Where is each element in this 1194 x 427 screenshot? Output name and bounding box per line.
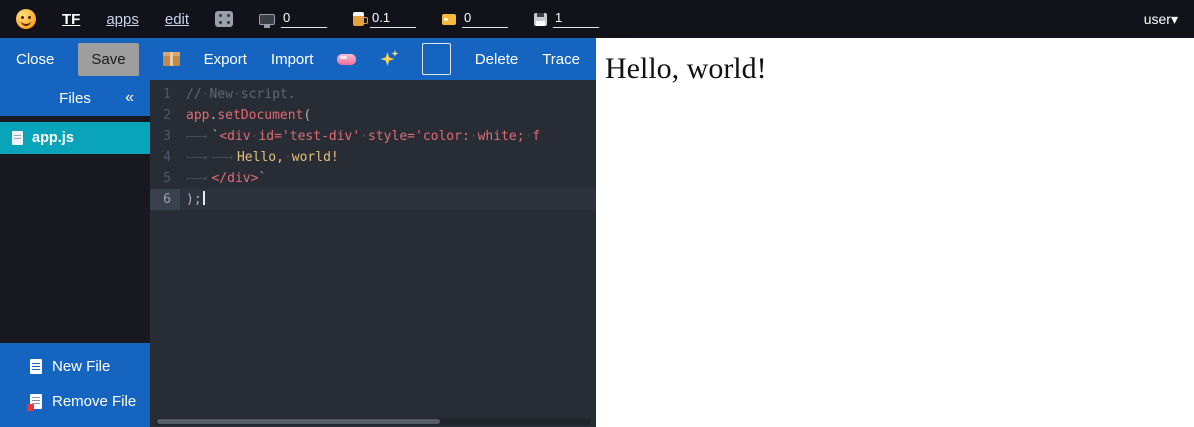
package-icon[interactable] [163, 52, 180, 66]
code-token-tag: setDocument [217, 108, 303, 123]
file-icon [12, 131, 23, 145]
remove-file-button[interactable]: Remove File [0, 384, 150, 419]
code-token-tag: id='test-div' [258, 129, 360, 144]
code-token-tag: </div> [211, 171, 258, 186]
export-button[interactable]: Export [204, 51, 247, 68]
remove-file-label: Remove File [52, 393, 136, 410]
code-token-tag: style='color: [368, 129, 470, 144]
card-counter: 0 [442, 10, 508, 28]
file-actions: New File Remove File [0, 343, 150, 427]
soap-icon[interactable] [337, 54, 356, 65]
brand-link[interactable]: TF [62, 11, 80, 28]
code-line[interactable]: ); [180, 189, 596, 210]
floppy-counter: 1 [534, 10, 599, 28]
code-line[interactable]: ——→——→Hello,·world! [180, 147, 596, 168]
code-token-plain: ( [303, 108, 311, 123]
code-token-ws: · [360, 129, 368, 144]
collapse-sidebar-button[interactable]: « [125, 89, 134, 107]
code-token-tab: ——→ [186, 129, 211, 144]
code-token-tag: white; [478, 129, 525, 144]
save-button[interactable]: Save [78, 43, 138, 76]
sparkles-icon[interactable] [380, 50, 398, 68]
code-editor[interactable]: 123456 //·New·script.app.setDocument(——→… [150, 80, 596, 427]
app-logo-emoji[interactable] [16, 9, 36, 29]
code-token-ws: · [284, 150, 292, 165]
code-token-plain: ); [186, 192, 202, 207]
code-line[interactable]: ——→</div>` [180, 168, 596, 189]
output-preview: Hello, world! [596, 38, 1194, 427]
code-token-str: world! [292, 150, 339, 165]
remove-file-icon [30, 394, 42, 409]
editor-code[interactable]: //·New·script.app.setDocument(——→`<div·i… [180, 80, 596, 427]
blank-button[interactable] [422, 43, 450, 75]
beer-icon [353, 12, 364, 26]
code-token-tab: ——→ [211, 150, 236, 165]
editor-toolbar: Close Save Export Import Delete Trace [0, 38, 596, 80]
monitor-counter: 0 [259, 10, 327, 28]
file-name: app.js [32, 130, 74, 146]
yellow-card-icon [442, 14, 456, 25]
code-line[interactable]: app.setDocument( [180, 105, 596, 126]
gutter-line-number: 3 [150, 126, 180, 147]
files-panel-header: Files « [0, 80, 150, 116]
new-file-button[interactable]: New File [0, 349, 150, 384]
app-window: TF apps edit 0 0.1 0 1 user▾ Close Save … [0, 0, 1194, 427]
beer-counter: 0.1 [353, 10, 416, 28]
files-sidebar: Files « app.js New File Remove File [0, 80, 150, 427]
code-token-comment: script. [241, 87, 296, 102]
dice-icon[interactable] [215, 11, 233, 27]
new-file-label: New File [52, 358, 110, 375]
code-token-tab: ——→ [186, 171, 211, 186]
horizontal-scrollbar[interactable] [155, 418, 591, 425]
code-token-str: Hello, [237, 150, 284, 165]
code-token-tag: <div [219, 129, 250, 144]
delete-button[interactable]: Delete [475, 51, 518, 68]
card-counter-value[interactable]: 0 [462, 10, 508, 28]
code-line[interactable]: ——→`<div·id='test-div'·style='color:·whi… [180, 126, 596, 147]
file-item-appjs[interactable]: app.js [0, 122, 150, 154]
import-button[interactable]: Import [271, 51, 314, 68]
beer-counter-value[interactable]: 0.1 [370, 10, 416, 28]
code-token-comment: // [186, 87, 202, 102]
nav-apps-link[interactable]: apps [106, 11, 139, 28]
floppy-counter-value[interactable]: 1 [553, 10, 599, 28]
code-token-tag: app [186, 108, 209, 123]
monitor-counter-value[interactable]: 0 [281, 10, 327, 28]
gutter-line-number: 2 [150, 105, 180, 126]
nav-edit-link[interactable]: edit [165, 11, 189, 28]
code-token-ws: · [470, 129, 478, 144]
code-token-plain: ` [258, 171, 266, 186]
user-menu[interactable]: user▾ [1144, 11, 1178, 28]
trace-button[interactable]: Trace [542, 51, 580, 68]
floppy-icon [534, 13, 547, 26]
topbar: TF apps edit 0 0.1 0 1 user▾ [0, 0, 1194, 38]
file-list: app.js [0, 116, 150, 154]
gutter-line-number: 6 [150, 189, 180, 210]
gutter-line-number: 5 [150, 168, 180, 189]
monitor-icon [259, 14, 275, 25]
code-token-comment: New [209, 87, 232, 102]
rendered-output-text: Hello, world! [605, 52, 1194, 86]
close-button[interactable]: Close [16, 51, 54, 68]
gutter-line-number: 4 [150, 147, 180, 168]
code-token-tab: ——→ [186, 150, 211, 165]
files-panel-title: Files [59, 90, 91, 107]
editor-gutter: 123456 [150, 80, 180, 427]
text-cursor [203, 191, 205, 205]
code-line[interactable]: //·New·script. [180, 84, 596, 105]
code-token-tag: f [532, 129, 540, 144]
new-file-icon [30, 359, 42, 374]
code-token-ws: · [233, 87, 241, 102]
scrollbar-thumb[interactable] [157, 419, 440, 424]
gutter-line-number: 1 [150, 84, 180, 105]
